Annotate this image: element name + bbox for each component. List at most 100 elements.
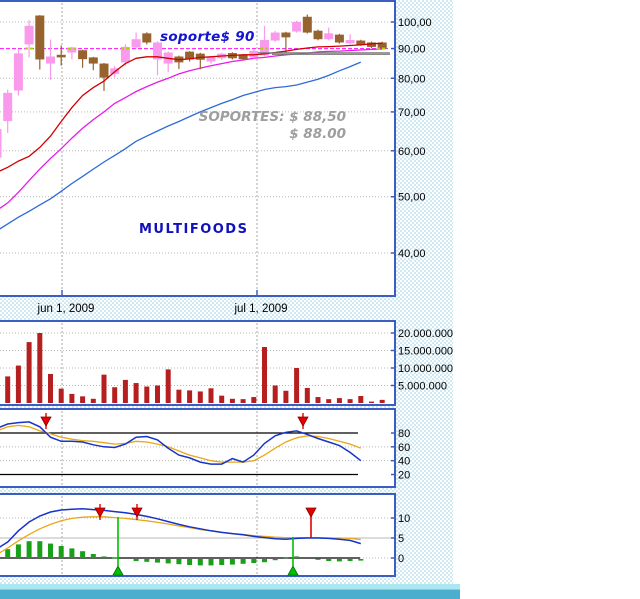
price-tick-label: 90,00 — [398, 44, 426, 56]
price-tick-label: 80,00 — [398, 73, 426, 85]
volume-bar — [251, 397, 257, 403]
macd-tick-label: 5 — [398, 533, 404, 545]
candle-body — [3, 92, 13, 122]
candle-body — [24, 25, 34, 45]
supports-note-line2: $ 88.00 — [289, 126, 346, 142]
candle-body — [88, 57, 98, 64]
volume-bar — [144, 386, 150, 403]
macd-histogram-bar — [58, 546, 64, 558]
macd-histogram-bar — [229, 559, 235, 565]
macd-histogram-bar — [5, 549, 11, 558]
bottom-scroll-bar — [0, 589, 460, 599]
macd-histogram-bar — [90, 554, 96, 558]
price-tick-label: 40,00 — [398, 248, 426, 260]
volume-bar — [112, 387, 118, 403]
candle-body — [345, 40, 355, 44]
date-axis-label: jun 1, 2009 — [37, 303, 95, 315]
volume-bar — [315, 397, 321, 403]
macd-histogram-bar — [155, 559, 160, 563]
volume-bar — [208, 388, 214, 403]
candle-body — [302, 16, 312, 33]
candle-body — [35, 15, 45, 60]
volume-tick-label: 10.000.000 — [398, 363, 453, 375]
volume-bar — [37, 333, 43, 403]
macd-histogram-bar — [272, 559, 278, 561]
macd-histogram-bar — [315, 558, 321, 560]
macd-histogram-bar — [294, 556, 300, 558]
macd-histogram-bar — [262, 559, 267, 563]
macd-histogram-bar — [347, 559, 353, 561]
volume-bar — [5, 376, 11, 403]
macd-panel — [0, 493, 396, 577]
oscillator-tick-label: 40 — [398, 456, 410, 468]
volume-bar — [155, 385, 160, 403]
macd-histogram-bar — [112, 557, 118, 559]
candle-body — [281, 32, 291, 38]
candle-body — [313, 30, 323, 40]
volume-bar — [48, 373, 53, 403]
macd-histogram-bar — [165, 559, 171, 564]
macd-histogram-bar — [48, 543, 53, 558]
candle-body — [13, 53, 23, 91]
stock-chart: 100,00 90,00 80,00 70,00 60,00 50,00 40,00 20.0… — [0, 0, 453, 577]
candle-body — [324, 33, 334, 40]
volume-tick-label: 20.000.000 — [398, 328, 453, 340]
macd-histogram-bar — [187, 559, 193, 565]
macd-histogram-bar — [251, 559, 257, 563]
macd-histogram-bar — [219, 559, 225, 565]
volume-bar — [80, 396, 86, 403]
price-tick-label: 100,00 — [398, 17, 432, 29]
volume-bar — [304, 387, 310, 403]
volume-bar — [283, 390, 289, 403]
volume-bar — [122, 379, 128, 403]
macd-histogram-bar — [336, 559, 342, 562]
support-90-note: soporte$ 90 — [160, 29, 255, 45]
macd-histogram-bar — [26, 541, 32, 558]
chart-window: 100,00 90,00 80,00 70,00 60,00 50,00 40,00 20.0… — [0, 0, 640, 599]
oscillator-panel — [0, 408, 396, 488]
volume-tick-label: 15.000.000 — [398, 346, 453, 358]
macd-histogram-bar — [15, 544, 21, 558]
volume-bar — [272, 385, 278, 403]
macd-histogram-bar — [101, 556, 107, 558]
macd-histogram-bar — [69, 548, 75, 558]
volume-bar — [262, 347, 267, 403]
candle-body — [99, 63, 109, 78]
panel-frames-and-axes: 100,00 90,00 80,00 70,00 60,00 50,00 40,00 20.0… — [0, 0, 453, 577]
candle-body — [334, 34, 344, 43]
candle-body — [46, 56, 55, 64]
volume-bar — [58, 388, 64, 403]
volume-bar — [219, 395, 225, 403]
oscillator-tick-label: 80 — [398, 428, 410, 440]
price-tick-label: 70,00 — [398, 107, 426, 119]
macd-histogram-bar — [133, 559, 139, 561]
oscillator-tick-label: 20 — [398, 470, 410, 482]
price-panel — [0, 0, 396, 297]
macd-histogram-bar — [283, 557, 289, 559]
candle-body — [206, 57, 216, 62]
candle-body — [238, 55, 248, 60]
candle-body — [56, 54, 66, 58]
date-axis-label: jul 1, 2009 — [233, 303, 287, 315]
volume-bar — [133, 383, 139, 403]
volume-bar — [69, 393, 75, 403]
volume-tick-label: 5.000.000 — [398, 381, 447, 393]
macd-histogram-bar — [176, 559, 182, 565]
macd-histogram-bar — [358, 559, 364, 561]
volume-bar — [15, 365, 21, 403]
volume-bar — [197, 391, 203, 403]
candle-body — [78, 50, 88, 60]
macd-histogram-bar — [144, 559, 150, 562]
volume-bar — [294, 368, 300, 403]
price-tick-label: 50,00 — [398, 192, 426, 204]
macd-histogram-bar — [80, 551, 86, 558]
macd-histogram-bar — [326, 559, 332, 561]
macd-tick-label: 10 — [398, 513, 410, 525]
macd-histogram-bar — [197, 559, 203, 566]
volume-bar — [165, 369, 171, 403]
volume-bar — [26, 342, 32, 403]
supports-note-line1: SOPORTES: $ 88,50 — [199, 109, 346, 125]
macd-histogram-bar — [37, 541, 43, 558]
macd-histogram-bar — [240, 559, 246, 564]
volume-bar — [187, 390, 193, 403]
